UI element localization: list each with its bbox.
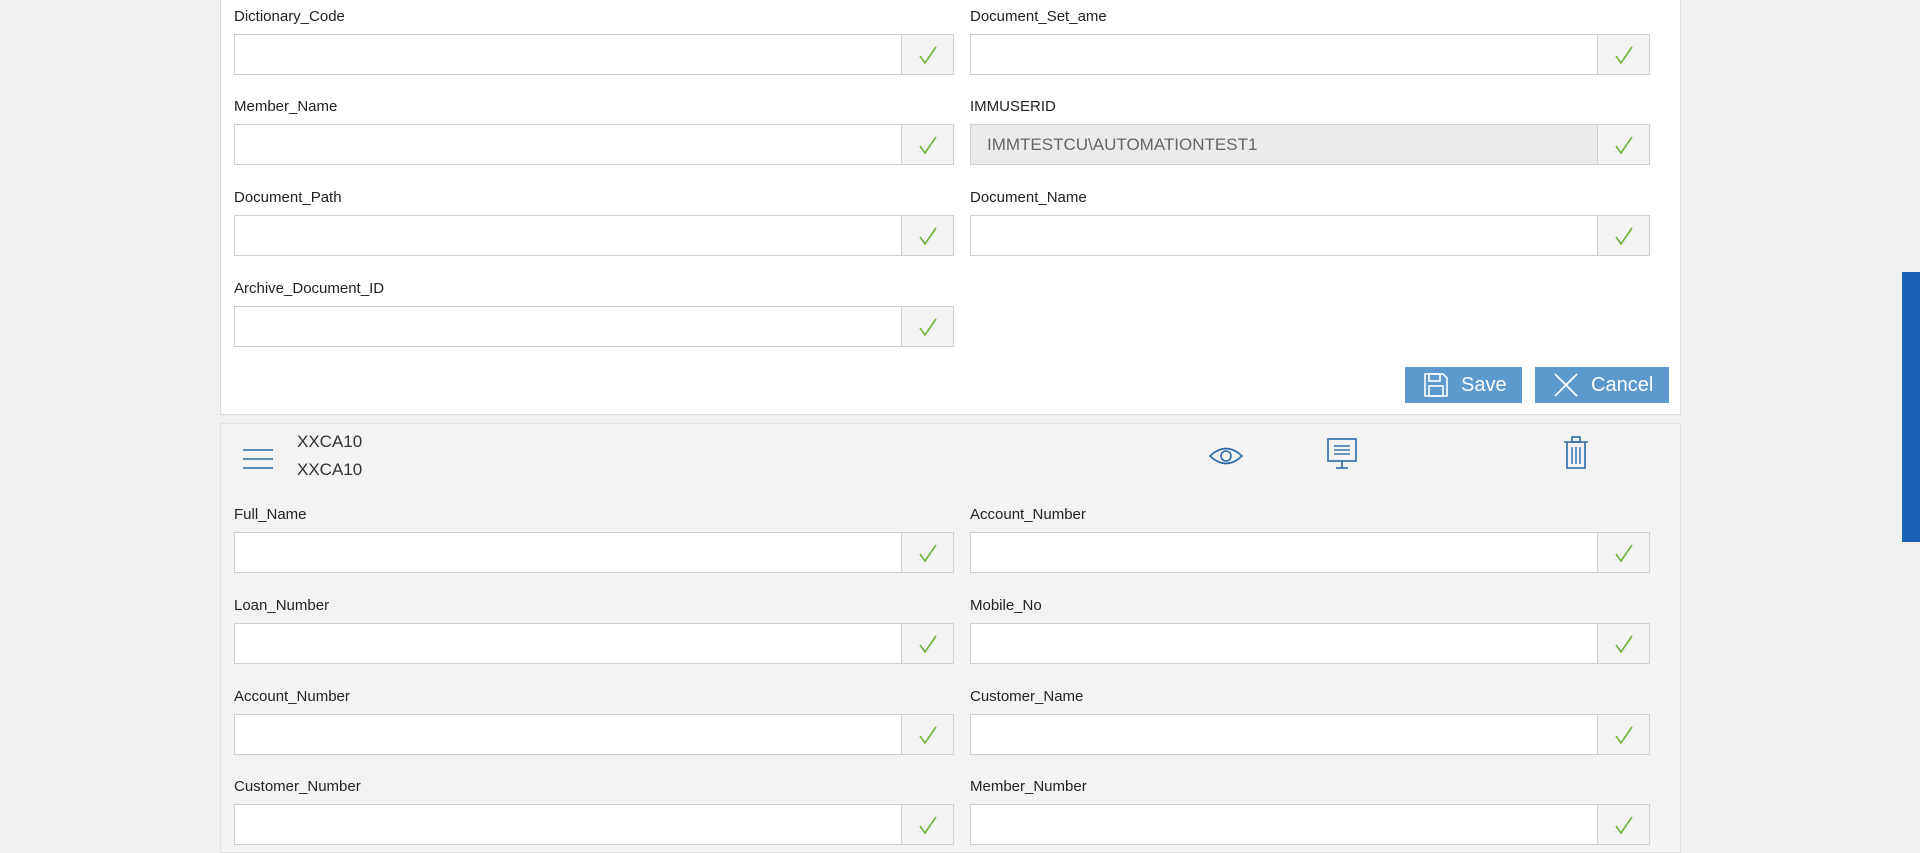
field-label: Document_Name	[970, 189, 1087, 206]
field-archive-document-id: Archive_Document_ID	[234, 280, 954, 347]
scrollbar-thumb[interactable]	[1902, 272, 1920, 542]
field-customer-name: Customer_Name	[970, 688, 1650, 755]
dictionary-code-input[interactable]	[235, 35, 901, 74]
document-card: XXCA10 XXCA10 Full_Name Account_Number L…	[220, 423, 1681, 853]
archive-document-id-input[interactable]	[235, 307, 901, 346]
field-label: Customer_Number	[234, 778, 361, 795]
field-account-number-2: Account_Number	[234, 688, 954, 755]
field-document-set-name: Document_Set_ame	[970, 8, 1650, 75]
field-label: Customer_Name	[970, 688, 1084, 705]
menu-icon[interactable]	[241, 444, 275, 474]
field-label: IMMUSERID	[970, 98, 1056, 115]
close-icon	[1551, 370, 1581, 400]
check-icon[interactable]	[901, 35, 953, 74]
field-immuserid: IMMUSERID	[970, 98, 1650, 165]
check-icon[interactable]	[1597, 624, 1649, 663]
field-label: Document_Set_ame	[970, 8, 1107, 25]
member-name-input[interactable]	[235, 125, 901, 164]
account-number-input[interactable]	[971, 533, 1597, 572]
field-label: Member_Number	[970, 778, 1087, 795]
check-icon[interactable]	[901, 216, 953, 255]
trash-icon[interactable]	[1561, 435, 1591, 471]
check-icon[interactable]	[1597, 35, 1649, 74]
field-label: Mobile_No	[970, 597, 1042, 614]
monitor-icon[interactable]	[1325, 436, 1359, 472]
mobile-no-input[interactable]	[971, 624, 1597, 663]
save-button-label: Save	[1461, 373, 1507, 396]
field-label: Dictionary_Code	[234, 8, 345, 25]
field-label: Archive_Document_ID	[234, 280, 385, 297]
member-number-input[interactable]	[971, 805, 1597, 844]
field-label: Document_Path	[234, 189, 342, 206]
check-icon[interactable]	[1597, 216, 1649, 255]
full-name-input[interactable]	[235, 533, 901, 572]
immuserid-input	[971, 125, 1597, 164]
document-set-name-input[interactable]	[971, 35, 1597, 74]
check-icon[interactable]	[901, 715, 953, 754]
cancel-button-label: Cancel	[1591, 373, 1654, 396]
customer-name-input[interactable]	[971, 715, 1597, 754]
field-member-number: Member_Number	[970, 778, 1650, 845]
check-icon[interactable]	[901, 624, 953, 663]
edit-form-card: Dictionary_Code Document_Set_ame Member_…	[220, 0, 1681, 415]
eye-icon[interactable]	[1208, 439, 1244, 473]
account-number-input-2[interactable]	[235, 715, 901, 754]
check-icon[interactable]	[901, 125, 953, 164]
field-document-path: Document_Path	[234, 189, 954, 256]
field-dictionary-code: Dictionary_Code	[234, 8, 954, 75]
field-account-number: Account_Number	[970, 506, 1650, 573]
check-icon[interactable]	[1597, 125, 1649, 164]
check-icon[interactable]	[901, 307, 953, 346]
document-subtitle: XXCA10	[297, 460, 363, 479]
check-icon[interactable]	[901, 533, 953, 572]
field-mobile-no: Mobile_No	[970, 597, 1650, 664]
field-label: Loan_Number	[234, 597, 330, 614]
document-name-input[interactable]	[971, 216, 1597, 255]
field-label: Full_Name	[234, 506, 307, 523]
check-icon[interactable]	[1597, 715, 1649, 754]
check-icon[interactable]	[901, 805, 953, 844]
floppy-disk-icon	[1421, 370, 1451, 400]
cancel-button[interactable]: Cancel	[1535, 367, 1669, 403]
save-button[interactable]: Save	[1405, 367, 1522, 403]
loan-number-input[interactable]	[235, 624, 901, 663]
field-document-name: Document_Name	[970, 189, 1650, 256]
field-label: Member_Name	[234, 98, 338, 115]
field-label: Account_Number	[234, 688, 350, 705]
field-label: Account_Number	[970, 506, 1086, 523]
field-member-name: Member_Name	[234, 98, 954, 165]
field-loan-number: Loan_Number	[234, 597, 954, 664]
document-path-input[interactable]	[235, 216, 901, 255]
check-icon[interactable]	[1597, 533, 1649, 572]
field-customer-number: Customer_Number	[234, 778, 954, 845]
check-icon[interactable]	[1597, 805, 1649, 844]
customer-number-input[interactable]	[235, 805, 901, 844]
field-full-name: Full_Name	[234, 506, 954, 573]
document-title: XXCA10	[297, 432, 363, 451]
